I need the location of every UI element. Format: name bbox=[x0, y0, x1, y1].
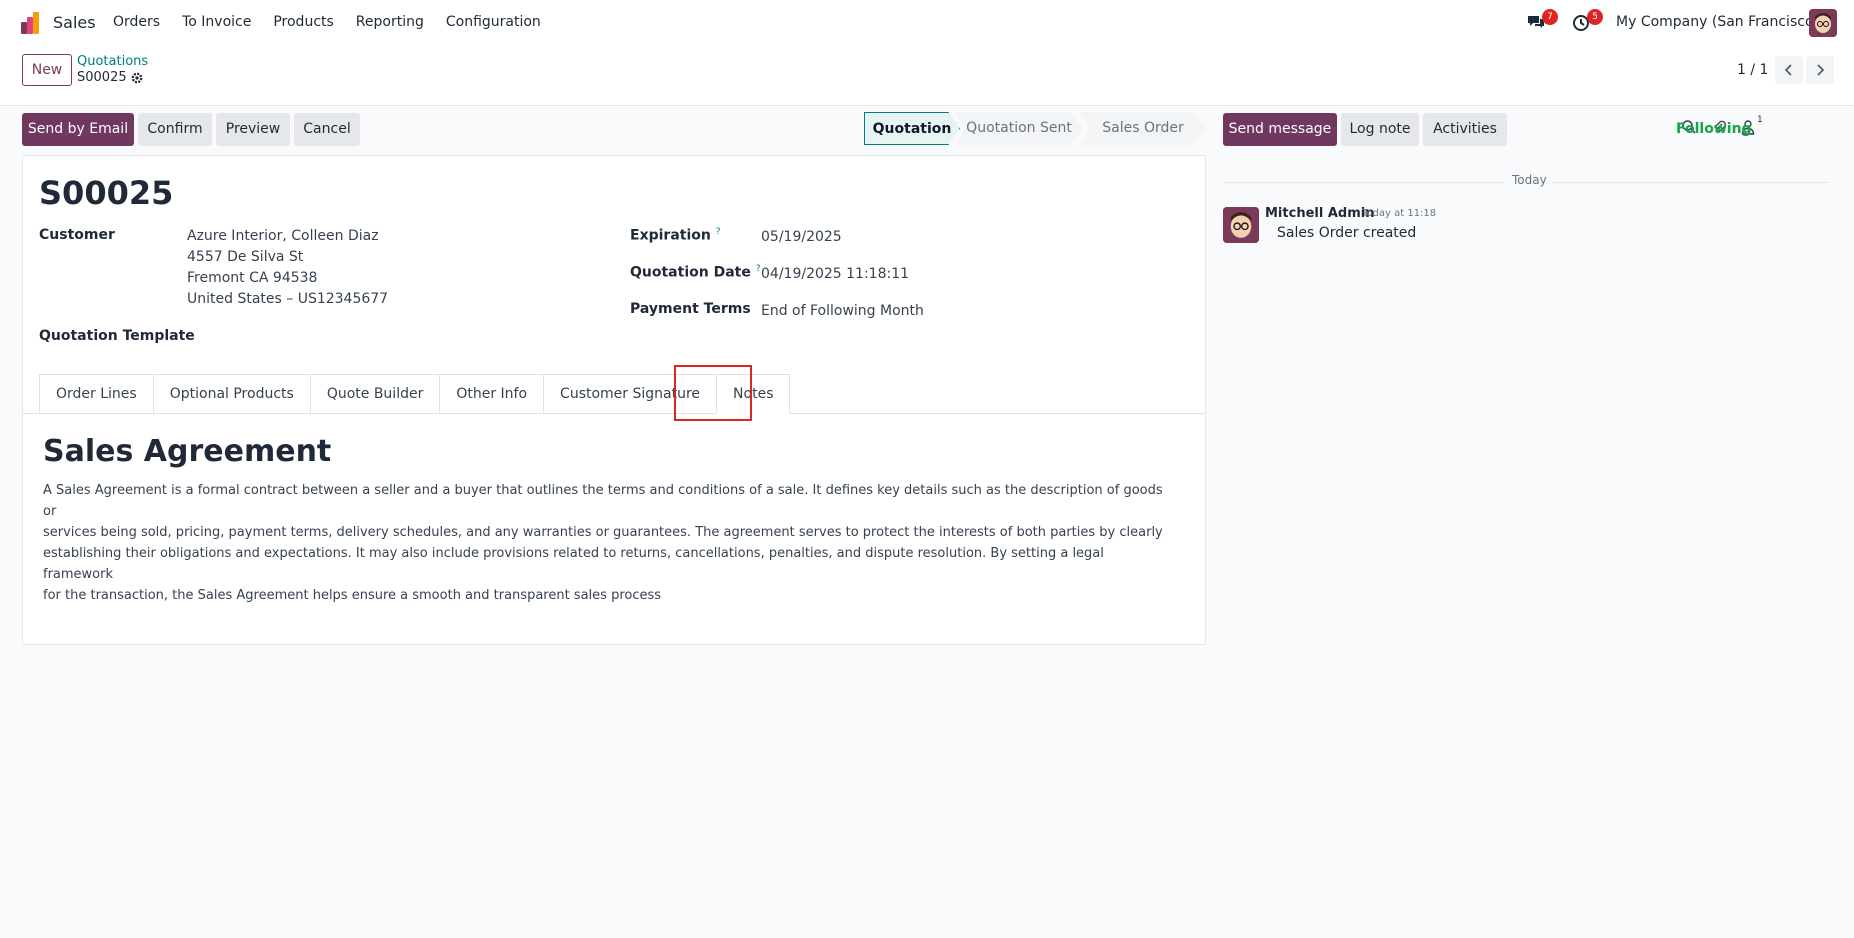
activities-button[interactable]: Activities bbox=[1423, 113, 1507, 146]
chevron-left-icon bbox=[1784, 64, 1792, 76]
breadcrumb-current: S00025 bbox=[77, 70, 143, 85]
breadcrumb-quotations[interactable]: Quotations bbox=[77, 54, 148, 69]
activities-badge: 5 bbox=[1587, 9, 1603, 25]
notes-line: services being sold, pricing, payment te… bbox=[43, 525, 1163, 540]
date-separator: Today bbox=[1512, 173, 1547, 187]
expiration-label: Expiration ? bbox=[630, 227, 721, 244]
control-panel: New Quotations S00025 1 / 1 bbox=[0, 46, 1854, 106]
pager-previous-button[interactable] bbox=[1775, 56, 1803, 84]
tab-quote-builder[interactable]: Quote Builder bbox=[309, 374, 441, 414]
menu-item-reporting[interactable]: Reporting bbox=[356, 14, 424, 30]
quotation-date-label-text: Quotation Date bbox=[630, 264, 751, 281]
pager-next-button[interactable] bbox=[1806, 56, 1834, 84]
breadcrumb-current-label: S00025 bbox=[77, 70, 127, 85]
app-name[interactable]: Sales bbox=[53, 13, 96, 32]
activities-button[interactable]: 5 bbox=[1571, 9, 1603, 34]
user-avatar[interactable] bbox=[1809, 9, 1837, 37]
form-sheet: S00025 Customer Azure Interior, Colleen … bbox=[22, 155, 1206, 645]
sales-app-logo-icon[interactable] bbox=[21, 12, 43, 34]
menu-item-products[interactable]: Products bbox=[273, 14, 333, 30]
help-tooltip-icon[interactable]: ? bbox=[716, 227, 721, 237]
preview-button[interactable]: Preview bbox=[216, 113, 290, 146]
customer-address-line: 4557 De Silva St bbox=[187, 249, 304, 265]
payment-terms-field[interactable]: End of Following Month bbox=[761, 301, 924, 322]
customer-address-line: United States – US12345677 bbox=[187, 291, 389, 307]
notes-line: for the transaction, the Sales Agreement… bbox=[43, 588, 662, 603]
status-quotation[interactable]: Quotation bbox=[864, 112, 960, 145]
menu-item-to-invoice[interactable]: To Invoice bbox=[182, 14, 251, 30]
send-by-email-button[interactable]: Send by Email bbox=[22, 113, 134, 146]
customer-field[interactable]: Azure Interior, Colleen Diaz 4557 De Sil… bbox=[187, 226, 388, 310]
confirm-button[interactable]: Confirm bbox=[138, 113, 212, 146]
followers-count: 1 bbox=[1757, 115, 1763, 125]
messages-badge: 7 bbox=[1542, 9, 1558, 25]
highlight-box bbox=[674, 365, 752, 421]
send-message-button[interactable]: Send message bbox=[1223, 113, 1337, 146]
cancel-button[interactable]: Cancel bbox=[294, 113, 360, 146]
quotation-date-field[interactable]: 04/19/2025 11:18:11 bbox=[761, 264, 909, 285]
quotation-date-label: Quotation Date ? bbox=[630, 264, 761, 281]
message-time: Today at 11:18 bbox=[1362, 208, 1437, 219]
notes-line: A Sales Agreement is a formal contract b… bbox=[43, 483, 1163, 519]
messages-button[interactable]: 7 bbox=[1526, 9, 1558, 34]
quotation-template-label: Quotation Template bbox=[39, 328, 195, 344]
tab-other-info[interactable]: Other Info bbox=[439, 374, 545, 414]
message-author-avatar[interactable] bbox=[1223, 207, 1259, 243]
main-menu: Orders To Invoice Products Reporting Con… bbox=[113, 14, 541, 30]
message-author[interactable]: Mitchell Admin bbox=[1265, 206, 1374, 221]
gear-icon[interactable] bbox=[131, 72, 143, 84]
status-sales-order[interactable]: Sales Order bbox=[1080, 112, 1206, 145]
customer-address-line: Fremont CA 94538 bbox=[187, 270, 318, 286]
date-separator-line bbox=[1225, 182, 1503, 183]
order-name: S00025 bbox=[39, 174, 174, 212]
expiration-label-text: Expiration bbox=[630, 227, 711, 244]
avatar-face-icon bbox=[1223, 207, 1259, 243]
menu-item-orders[interactable]: Orders bbox=[113, 14, 160, 30]
avatar-face-icon bbox=[1809, 9, 1837, 37]
new-button[interactable]: New bbox=[22, 54, 72, 86]
help-tooltip-icon[interactable]: ? bbox=[756, 264, 761, 274]
status-quotation-sent[interactable]: Quotation Sent bbox=[955, 112, 1083, 145]
log-note-button[interactable]: Log note bbox=[1341, 113, 1419, 146]
expiration-field[interactable]: 05/19/2025 bbox=[761, 227, 842, 248]
customer-name: Azure Interior, Colleen Diaz bbox=[187, 228, 379, 244]
date-separator-line bbox=[1552, 182, 1830, 183]
pager-value[interactable]: 1 / 1 bbox=[1737, 62, 1768, 78]
customer-label: Customer bbox=[39, 227, 115, 243]
top-navbar: Sales Orders To Invoice Products Reporti… bbox=[0, 0, 1854, 46]
chevron-right-icon bbox=[1817, 64, 1825, 76]
message-body: Sales Order created bbox=[1277, 225, 1417, 241]
notes-heading: Sales Agreement bbox=[43, 434, 332, 469]
tab-optional-products[interactable]: Optional Products bbox=[152, 374, 311, 414]
payment-terms-label: Payment Terms bbox=[630, 301, 751, 317]
tab-order-lines[interactable]: Order Lines bbox=[39, 374, 154, 414]
menu-item-configuration[interactable]: Configuration bbox=[446, 14, 541, 30]
notes-body[interactable]: A Sales Agreement is a formal contract b… bbox=[43, 480, 1163, 606]
company-switcher[interactable]: My Company (San Francisco) bbox=[1616, 14, 1819, 30]
notes-line: establishing their obligations and expec… bbox=[43, 546, 1104, 582]
following-toggle[interactable]: Following bbox=[1676, 121, 1752, 137]
